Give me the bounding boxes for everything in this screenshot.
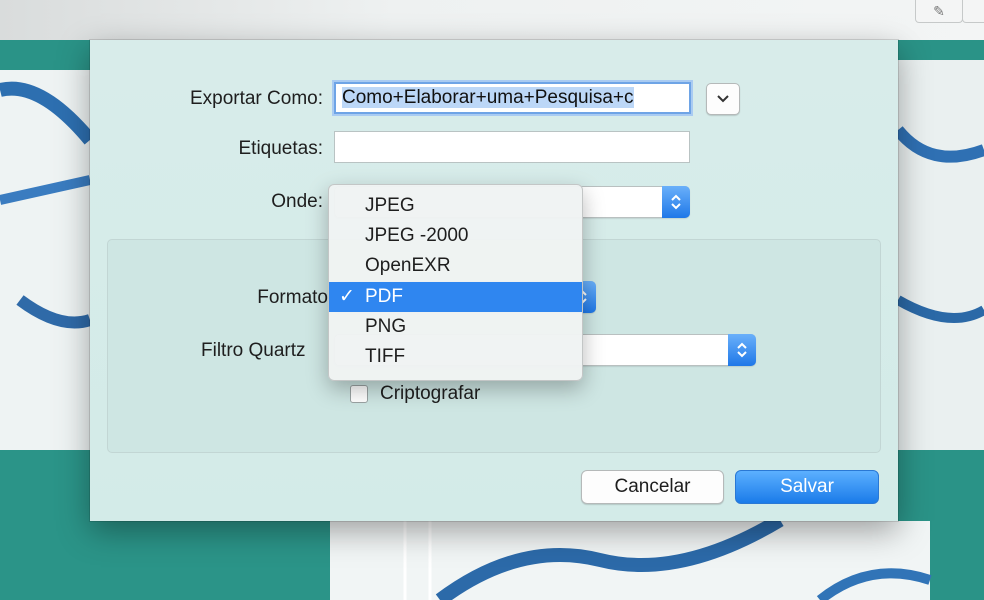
menu-item-label: PDF <box>365 286 403 307</box>
quartz-filter-label: Filtro Quartz <box>201 340 306 361</box>
menu-item-label: PNG <box>365 316 407 337</box>
encrypt-label: Criptografar <box>380 383 481 404</box>
up-down-chevron-icon <box>671 194 681 210</box>
menu-item-png[interactable]: PNG <box>329 312 582 342</box>
menu-item-tiff[interactable]: TIFF <box>329 342 582 372</box>
tags-label: Etiquetas: <box>238 138 324 159</box>
quartz-filter-stepper <box>728 334 756 366</box>
export-as-label: Exportar Como: <box>189 88 323 109</box>
menu-item-openexr[interactable]: OpenEXR <box>329 251 582 281</box>
tags-field[interactable] <box>334 131 690 163</box>
checkmark-icon: ✓ <box>339 286 355 307</box>
save-button[interactable]: Salvar <box>735 470 879 504</box>
format-dropdown-menu: JPEG JPEG -2000 OpenEXR ✓ PDF PNG TIFF <box>328 184 583 381</box>
menu-item-label: JPEG <box>365 195 415 216</box>
format-label: Formato <box>257 287 328 308</box>
menu-item-label: TIFF <box>365 346 406 367</box>
export-as-value: Como+Elaborar+uma+Pesquisa+c <box>342 87 634 108</box>
where-stepper <box>662 186 690 218</box>
chevron-down-icon <box>717 95 729 103</box>
encrypt-checkbox[interactable] <box>350 385 368 403</box>
up-down-chevron-icon <box>737 342 747 358</box>
export-as-field[interactable]: Como+Elaborar+uma+Pesquisa+c <box>334 82 691 114</box>
menu-item-pdf[interactable]: ✓ PDF <box>329 282 582 312</box>
menu-item-jpeg[interactable]: JPEG <box>329 191 582 221</box>
where-label: Onde: <box>271 191 323 212</box>
menu-item-jpeg-2000[interactable]: JPEG -2000 <box>329 221 582 251</box>
cancel-button[interactable]: Cancelar <box>581 470 724 504</box>
menu-item-label: OpenEXR <box>365 255 451 276</box>
menu-item-label: JPEG -2000 <box>365 225 469 246</box>
expand-dialog-button[interactable] <box>706 83 740 115</box>
